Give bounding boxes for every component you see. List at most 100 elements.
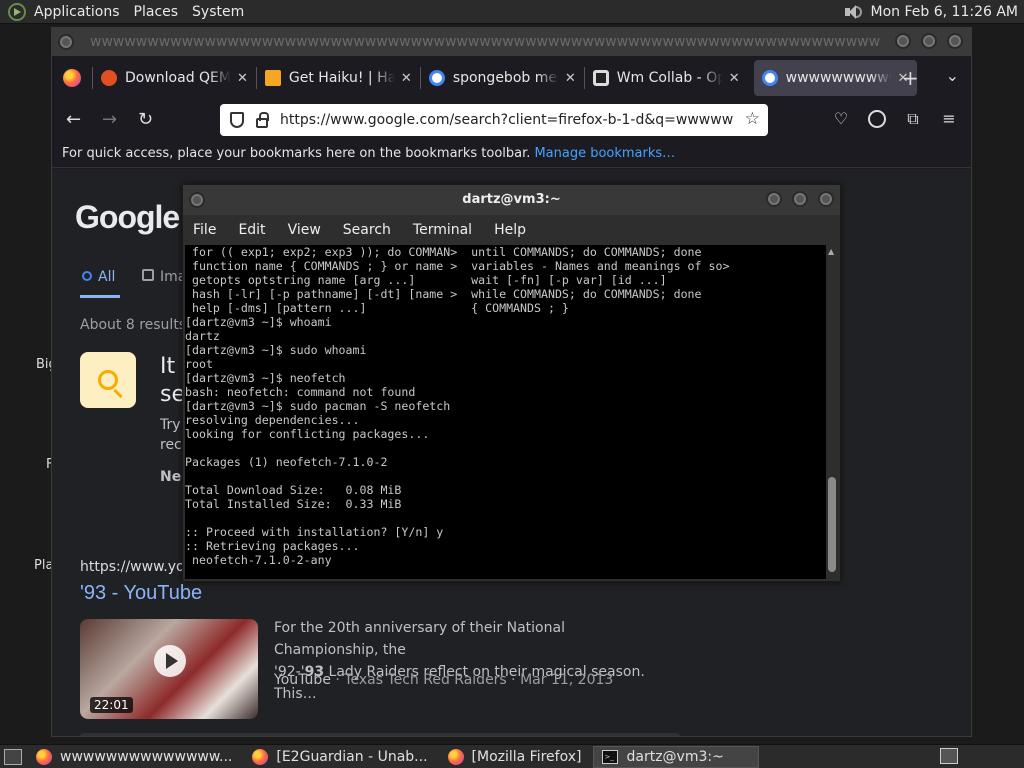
close-button[interactable] (947, 33, 963, 49)
active-tab-underline (80, 295, 120, 298)
task-label: wwwwwwwwwwwwww... (60, 748, 233, 765)
task-label: [E2Guardian - Unab... (276, 748, 428, 765)
scroll-up-icon[interactable]: ▲ (828, 247, 834, 256)
google-logo[interactable]: Google (75, 199, 180, 236)
menu-file[interactable]: File (193, 222, 216, 238)
new-tab-icon[interactable]: + (902, 66, 919, 90)
taskbar-item-e2guardian[interactable]: [E2Guardian - Unab... (244, 746, 435, 768)
minimize-button[interactable] (895, 33, 911, 49)
taskbar-item-firefox-search[interactable]: wwwwwwwwwwwwww... (28, 746, 240, 768)
firefox-view-icon[interactable] (63, 69, 81, 87)
url-text[interactable]: https://www.google.com/search?client=fir… (280, 112, 734, 128)
window-menu-button[interactable] (58, 34, 74, 50)
terminal-line: :: Retrieving packages... (185, 539, 360, 553)
google-icon (428, 70, 445, 86)
terminal-titlebar[interactable]: dartz@vm3:~ (183, 185, 840, 215)
places-menu[interactable]: Places (134, 4, 179, 20)
video-duration: 22:01 (90, 697, 133, 713)
terminal-window: dartz@vm3:~ File Edit View Search Termin… (182, 184, 841, 582)
menu-help[interactable]: Help (494, 222, 526, 238)
window-titlebar[interactable]: wwwwwwwwwwwwwwwwwwwwwwwwwwwwwwwwwwwwwwww… (52, 28, 971, 56)
terminal-line: Total Installed Size: 0.33 MiB (185, 497, 402, 511)
workspace-switcher[interactable] (940, 748, 958, 764)
tab-spongebob-meme[interactable]: spongebob meme ✕ (421, 60, 584, 96)
maximize-button[interactable] (921, 33, 937, 49)
shield-icon[interactable] (230, 112, 244, 128)
minimize-button[interactable] (766, 191, 782, 207)
terminal-menubar: File Edit View Search Terminal Help (183, 215, 840, 244)
terminal-line: hash [-lr] [-p pathname] [-dt] [name > w… (185, 287, 702, 301)
tab-close-icon[interactable]: ✕ (401, 71, 412, 86)
system-menu[interactable]: System (192, 4, 244, 20)
tab-label: wwwwwwwwwww (785, 70, 892, 86)
window-title: wwwwwwwwwwwwwwwwwwwwwwwwwwwwwwwwwwwwwwww… (90, 34, 880, 50)
menu-terminal[interactable]: Terminal (413, 222, 472, 238)
result-title-link[interactable]: '93 - YouTube (80, 582, 202, 605)
search-icon (82, 271, 92, 281)
clock[interactable]: Mon Feb 6, 11:26 AM (871, 4, 1018, 20)
terminal-line: [dartz@vm3 ~]$ neofetch (185, 371, 346, 385)
tab-bar: Download QEMU ✕ Get Haiku! | Haiku ✕ spo… (52, 56, 971, 100)
image-icon (142, 269, 154, 281)
tab-close-icon[interactable]: ✕ (729, 71, 740, 86)
account-icon[interactable] (868, 110, 886, 128)
terminal-line: Packages (1) neofetch-7.1.0-2 (185, 455, 388, 469)
maximize-button[interactable] (792, 191, 808, 207)
bookmarks-toolbar: For quick access, place your bookmarks h… (52, 140, 971, 168)
menu-edit[interactable]: Edit (238, 222, 265, 238)
video-thumbnail[interactable]: 22:01 (80, 619, 258, 719)
snippet-line: For the 20th anniversary of their Nation… (274, 620, 565, 658)
taskbar-item-terminal[interactable]: >_ dartz@vm3:~ (593, 745, 760, 768)
gnome-foot-icon[interactable] (8, 2, 26, 21)
tab-download-qemu[interactable]: Download QEMU ✕ (93, 60, 256, 96)
terminal-title: dartz@vm3:~ (462, 192, 561, 207)
terminal-line: help [-dms] [pattern ...] { COMMANDS ; } (185, 301, 569, 315)
tab-images[interactable]: Ima (142, 269, 186, 285)
tab-label: Get Haiku! | Haiku (288, 70, 395, 86)
show-desktop-icon[interactable] (4, 748, 22, 765)
manage-bookmarks-link[interactable]: Manage bookmarks… (534, 146, 675, 161)
terminal-line: for (( exp1; exp2; exp3 )); do COMMAN> u… (185, 245, 702, 259)
terminal-output[interactable]: for (( exp1; exp2; exp3 )); do COMMAN> u… (185, 245, 827, 579)
extensions-icon[interactable]: ⧉ (904, 110, 922, 128)
firefox-icon (36, 748, 52, 765)
reload-icon[interactable]: ↻ (138, 109, 153, 130)
terminal-line: getopts optstring name [arg ...] wait [-… (185, 273, 667, 287)
terminal-scrollbar[interactable]: ▲ (826, 245, 838, 579)
terminal-line: dartz (185, 329, 220, 343)
pocket-icon[interactable]: ♡ (832, 110, 850, 128)
menu-view[interactable]: View (288, 222, 321, 238)
tab-wm-collab[interactable]: Wm Collab - Open ✕ (585, 60, 748, 96)
terminal-line: function name { COMMANDS ; } or name > v… (185, 259, 730, 273)
forward-icon[interactable]: → (102, 109, 117, 130)
terminal-line: [dartz@vm3 ~]$ whoami (185, 315, 332, 329)
star-icon[interactable]: ☆ (745, 109, 760, 129)
tab-close-icon[interactable]: ✕ (565, 71, 576, 86)
tab-close-icon[interactable]: ✕ (237, 71, 248, 86)
hamburger-menu-icon[interactable]: ≡ (940, 110, 958, 128)
close-button[interactable] (818, 191, 834, 207)
menu-search[interactable]: Search (343, 222, 391, 238)
tab-label: Download QEMU (125, 70, 231, 86)
tab-active-search[interactable]: wwwwwwwwwww ✕ (753, 60, 917, 96)
chevron-down-icon[interactable]: ⌄ (946, 66, 959, 85)
terminal-line: [dartz@vm3 ~]$ sudo pacman -S neofetch (185, 399, 451, 413)
nav-bar: ← → ↻ https://www.google.com/search?clie… (52, 100, 971, 140)
tab-all-label: All (98, 269, 116, 285)
url-bar[interactable]: https://www.google.com/search?client=fir… (220, 104, 768, 136)
scrollbar-thumb[interactable] (828, 477, 836, 572)
play-icon[interactable] (154, 645, 186, 677)
back-icon[interactable]: ← (66, 109, 81, 130)
volume-icon[interactable] (843, 4, 863, 20)
result-source: YouTube · Texas Tech Red Raiders · Mar 1… (274, 672, 613, 688)
lock-icon[interactable] (256, 112, 269, 128)
tab-get-haiku[interactable]: Get Haiku! | Haiku ✕ (257, 60, 420, 96)
bookmarks-hint: For quick access, place your bookmarks h… (62, 146, 531, 161)
taskbar-item-mozilla-firefox[interactable]: [Mozilla Firefox] (440, 746, 590, 768)
task-label: dartz@vm3:~ (626, 748, 724, 765)
applications-menu[interactable]: Applications (34, 4, 120, 20)
source-meta: · Texas Tech Red Raiders · Mar 11, 2013 (330, 672, 614, 688)
tab-all[interactable]: All (82, 269, 115, 285)
